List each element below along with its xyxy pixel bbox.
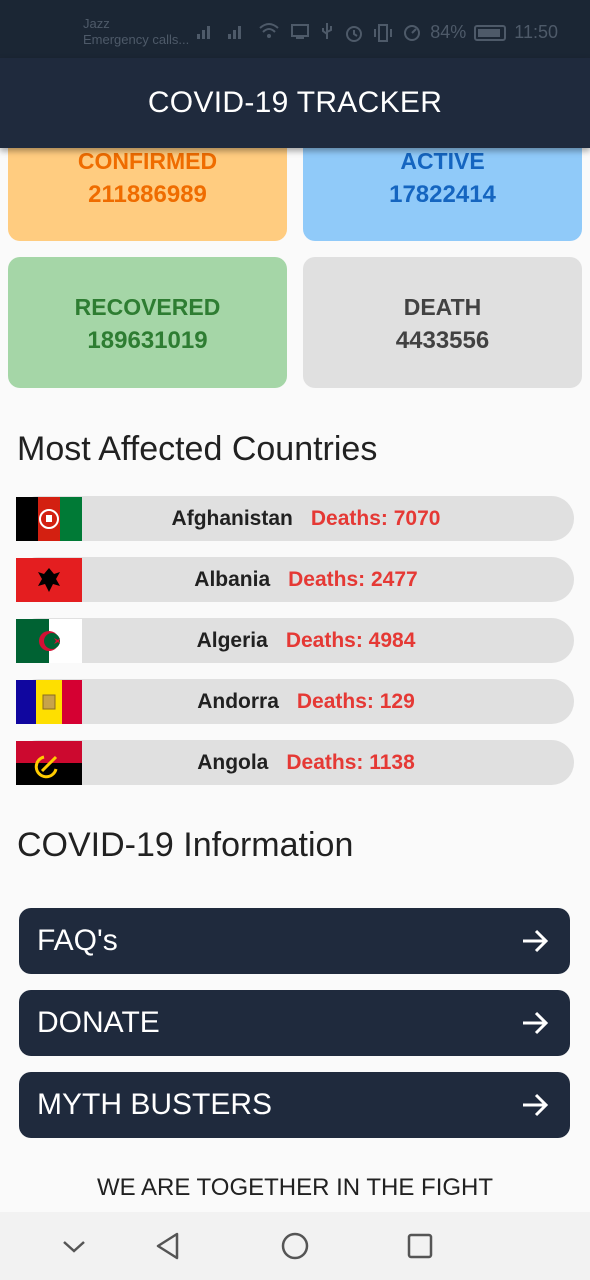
country-row-angola[interactable]: Angola Deaths: 1138: [16, 740, 574, 785]
system-nav-bar: [0, 1212, 590, 1280]
death-value: 4433556: [395, 327, 490, 354]
active-value: 17822414: [389, 181, 496, 208]
donate-button[interactable]: DONATE: [19, 990, 570, 1056]
death-label: DEATH: [403, 294, 482, 320]
algeria-flag-icon: [16, 618, 82, 663]
data-saver-icon: [404, 24, 421, 41]
country-row-albania[interactable]: Albania Deaths: 2477: [16, 557, 574, 602]
status-bar: Jazz Emergency calls... 84% 11:50: [0, 0, 590, 58]
myth-busters-button-label: MYTH BUSTERS: [37, 1088, 273, 1121]
country-name: Andorra: [197, 689, 279, 713]
active-label: ACTIVE: [400, 148, 485, 174]
confirmed-value: 211886989: [88, 181, 207, 208]
carrier-info: Jazz Emergency calls...: [83, 16, 189, 48]
country-deaths: Deaths: 2477: [288, 567, 418, 591]
country-name: Afghanistan: [171, 506, 293, 530]
afghanistan-flag-icon: [16, 496, 82, 541]
recovered-value: 189631019: [87, 327, 208, 354]
confirmed-label: CONFIRMED: [77, 148, 218, 174]
recovered-label: RECOVERED: [74, 294, 221, 320]
donate-button-label: DONATE: [37, 1006, 160, 1039]
country-row-algeria[interactable]: Algeria Deaths: 4984: [16, 618, 574, 663]
signal-icon: [197, 26, 210, 39]
battery-icon: [474, 24, 507, 41]
signal-icon-2: [228, 26, 241, 39]
country-row-andorra[interactable]: Andorra Deaths: 129: [16, 679, 574, 724]
battery-percent: 84%: [430, 22, 467, 42]
recovered-card: RECOVERED 189631019: [8, 257, 287, 388]
info-title: COVID-19 Information: [17, 826, 354, 864]
most-affected-title: Most Affected Countries: [17, 430, 378, 468]
wifi-icon: [259, 23, 279, 38]
country-deaths: Deaths: 129: [296, 689, 415, 713]
carrier-name: Jazz: [83, 16, 110, 31]
carrier-sub: Emergency calls...: [83, 32, 190, 47]
back-icon[interactable]: [152, 1230, 184, 1262]
andorra-flag-icon: [16, 679, 82, 724]
country-name: Algeria: [196, 628, 268, 652]
home-icon[interactable]: [279, 1230, 311, 1262]
myth-busters-button[interactable]: MYTH BUSTERS: [19, 1072, 570, 1138]
country-name: Angola: [197, 750, 269, 774]
usb-icon: [322, 23, 332, 39]
recents-icon[interactable]: [404, 1230, 436, 1262]
cast-icon: [291, 24, 309, 39]
vibrate-icon: [374, 23, 393, 42]
country-deaths: Deaths: 7070: [310, 506, 441, 530]
status-icons-left: [196, 22, 334, 40]
arrow-right-icon: [523, 1093, 549, 1117]
country-deaths: Deaths: 4984: [285, 628, 416, 652]
app-title: COVID-19 TRACKER: [147, 86, 443, 119]
alarm-icon: [346, 25, 363, 42]
death-card: DEATH 4433556: [303, 257, 582, 388]
angola-flag-icon: [16, 740, 82, 785]
faqs-button[interactable]: FAQ's: [19, 908, 570, 974]
country-deaths: Deaths: 1138: [286, 750, 415, 774]
app-bar: COVID-19 TRACKER: [0, 58, 590, 148]
clock: 11:50: [514, 22, 558, 42]
country-list: Afghanistan Deaths: 7070 Albania Deaths:…: [16, 496, 574, 801]
arrow-right-icon: [523, 1011, 549, 1035]
status-icons-right: 84% 11:50: [344, 22, 558, 43]
country-row-afghanistan[interactable]: Afghanistan Deaths: 7070: [16, 496, 574, 541]
collapse-icon[interactable]: [58, 1230, 90, 1262]
albania-flag-icon: [16, 557, 82, 602]
arrow-right-icon: [523, 929, 549, 953]
country-name: Albania: [194, 567, 271, 591]
footer-slogan: WE ARE TOGETHER IN THE FIGHT: [96, 1174, 494, 1201]
faqs-button-label: FAQ's: [37, 924, 118, 957]
